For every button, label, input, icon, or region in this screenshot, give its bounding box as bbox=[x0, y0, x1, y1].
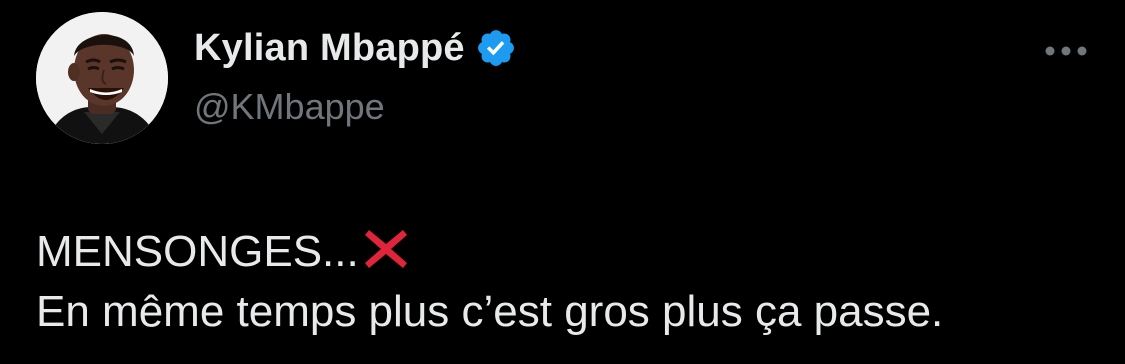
name-row: Kylian Mbappé bbox=[194, 22, 517, 74]
handle[interactable]: @KMbappe bbox=[194, 86, 517, 128]
tweet-line-1: MENSONGES... bbox=[36, 222, 1106, 282]
more-options-icon bbox=[1045, 46, 1087, 56]
cross-mark-icon bbox=[361, 226, 411, 272]
display-name[interactable]: Kylian Mbappé bbox=[194, 27, 465, 70]
more-options-button[interactable] bbox=[1036, 36, 1096, 66]
verified-badge-icon[interactable] bbox=[475, 27, 517, 69]
profile-photo-icon bbox=[36, 12, 168, 144]
tweet-card: Kylian Mbappé @KMbappe MENSONGES... En m… bbox=[0, 0, 1125, 364]
tweet-text: MENSONGES... En même temps plus c’est gr… bbox=[36, 222, 1106, 342]
avatar[interactable] bbox=[36, 12, 168, 144]
tweet-line-1-text: MENSONGES... bbox=[36, 227, 359, 276]
tweet-line-2: En même temps plus c’est gros plus ça pa… bbox=[36, 287, 944, 336]
author-info: Kylian Mbappé @KMbappe bbox=[194, 22, 517, 128]
